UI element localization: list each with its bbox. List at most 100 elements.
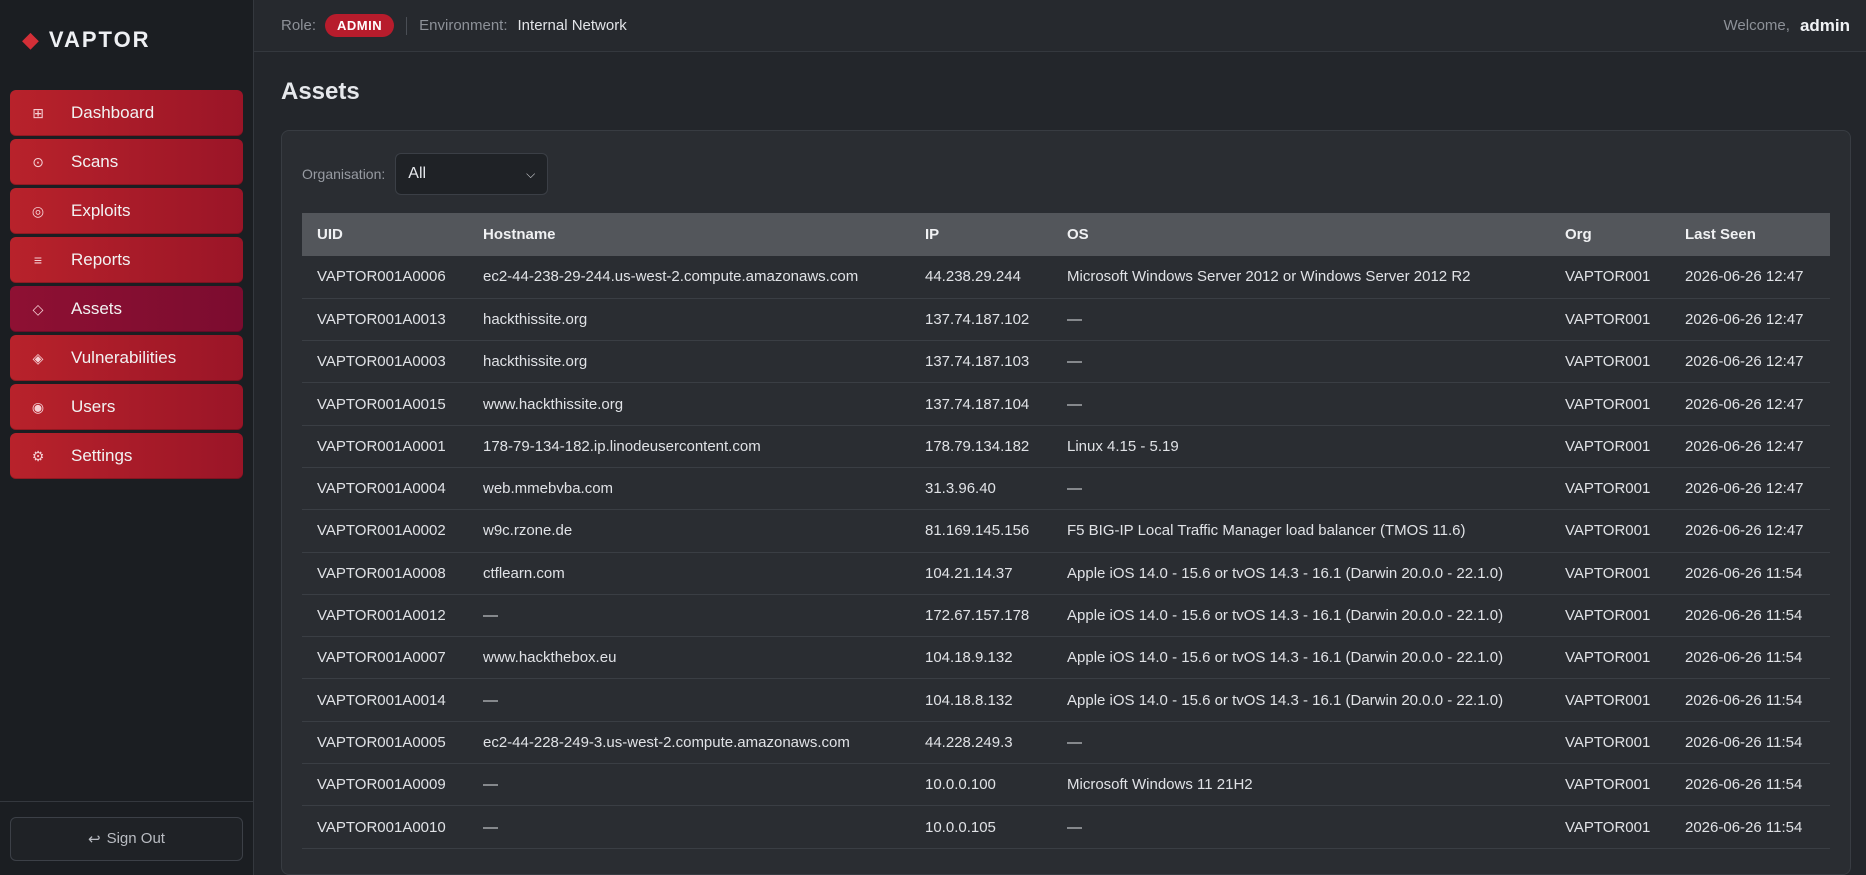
- table-row[interactable]: VAPTOR001A0008 ctflearn.com 104.21.14.37 Ap…: [302, 552, 1830, 595]
- column-header-hostname[interactable]: Hostname: [468, 213, 910, 256]
- organisation-select[interactable]: All ⌵: [395, 153, 549, 195]
- table-row[interactable]: VAPTOR001A0009 — 10.0.0.100 Microsoft Windo…: [302, 764, 1830, 806]
- sign-out-button[interactable]: ↩ Sign Out: [10, 816, 243, 861]
- table-row[interactable]: VAPTOR001A0005 ec2-44-228-249-3.us-west-2…: [302, 721, 1830, 764]
- column-header-ip[interactable]: IP: [910, 213, 1052, 256]
- sidebar-item-label: Exploits: [71, 201, 131, 220]
- cell-ip: 44.228.249.3: [925, 733, 1013, 751]
- table-row[interactable]: VAPTOR001A0004 web.mmebvba.com 31.3.96.40 —…: [302, 467, 1830, 510]
- cell-org: VAPTOR001: [1565, 480, 1651, 498]
- scans-icon: ⊙: [32, 153, 44, 170]
- cell-os: —: [1067, 310, 1082, 328]
- welcome-label: Welcome,: [1723, 17, 1790, 34]
- cell-uid: VAPTOR001A0013: [317, 310, 446, 328]
- sidebar-item-dashboard[interactable]: ⊞ Dashboard: [10, 90, 243, 136]
- cell-last-seen: 2026-06-26 11:54: [1685, 818, 1803, 836]
- table-row[interactable]: VAPTOR001A0010 — 10.0.0.105 — VAPTOR001 2026-…: [302, 806, 1830, 849]
- table-row[interactable]: VAPTOR001A0006 ec2-44-238-29-244.us-west-…: [302, 256, 1830, 299]
- cell-last-seen: 2026-06-26 12:47: [1685, 437, 1804, 455]
- sidebar-item-label: Assets: [71, 299, 123, 318]
- cell-ip: 137.74.187.102: [925, 310, 1030, 328]
- app-root: ◆ VAPTOR ⊞ Dashboard ⊙ Scans ◎ Exploits ≡ Repor…: [0, 0, 1866, 875]
- sidebar-footer: ↩ Sign Out: [0, 801, 253, 875]
- users-icon: ◉: [31, 398, 45, 415]
- environment-label: Environment:: [419, 17, 508, 34]
- cell-hostname: —: [483, 607, 498, 625]
- diamond-icon: ◆: [22, 27, 39, 52]
- table-row[interactable]: VAPTOR001A0014 — 104.18.8.132 Apple iOS 14.…: [302, 679, 1830, 722]
- cell-os: Apple iOS 14.0 - 15.6 or tvOS 14.3 - 16.…: [1067, 691, 1504, 709]
- table-row[interactable]: VAPTOR001A0002 w9c.rzone.de 81.169.145.156…: [302, 510, 1830, 553]
- cell-os: F5 BIG-IP Local Traffic Manager load bal…: [1067, 522, 1466, 540]
- cell-ip: 178.79.134.182: [925, 437, 1030, 455]
- sidebar-item-assets[interactable]: ◇ Assets: [10, 286, 243, 332]
- cell-uid: VAPTOR001A0003: [317, 353, 446, 371]
- assets-table-body: VAPTOR001A0006 ec2-44-238-29-244.us-west-…: [302, 256, 1830, 849]
- cell-last-seen: 2026-06-26 11:54: [1685, 776, 1803, 794]
- sidebar-item-settings[interactable]: ⚙ Settings: [10, 433, 243, 479]
- cell-org: VAPTOR001: [1565, 437, 1651, 455]
- cell-os: Apple iOS 14.0 - 15.6 or tvOS 14.3 - 16.…: [1067, 649, 1504, 667]
- cell-hostname: —: [483, 691, 498, 709]
- cell-org: VAPTOR001: [1565, 564, 1651, 582]
- cell-os: Microsoft Windows 11 21H2: [1067, 776, 1253, 794]
- cell-hostname: web.mmebvba.com: [483, 480, 614, 498]
- cell-uid: VAPTOR001A0008: [317, 564, 446, 582]
- filter-row: Organisation: All ⌵: [302, 153, 1830, 195]
- cell-last-seen: 2026-06-26 12:47: [1685, 310, 1804, 328]
- cell-org: VAPTOR001: [1565, 691, 1651, 709]
- cell-hostname: ec2-44-228-249-3.us-west-2.compute.amazo…: [483, 733, 850, 751]
- exploits-icon: ◎: [31, 202, 45, 219]
- assets-panel: Organisation: All ⌵ UID Hostname IP OS O…: [281, 130, 1851, 875]
- table-header-row: UID Hostname IP OS Org Last Seen: [302, 213, 1830, 256]
- cell-last-seen: 2026-06-26 11:54: [1685, 607, 1803, 625]
- sidebar-item-label: Reports: [71, 250, 131, 269]
- main: Role: ADMIN Environment: Internal Networ…: [254, 0, 1866, 875]
- cell-last-seen: 2026-06-26 11:54: [1685, 649, 1803, 667]
- sidebar-item-vulnerabilities[interactable]: ◈ Vulnerabilities: [10, 335, 243, 381]
- cell-last-seen: 2026-06-26 12:47: [1685, 480, 1804, 498]
- cell-uid: VAPTOR001A0001: [317, 437, 446, 455]
- cell-ip: 137.74.187.103: [925, 353, 1030, 371]
- column-header-org[interactable]: Org: [1550, 213, 1670, 256]
- sidebar-item-scans[interactable]: ⊙ Scans: [10, 139, 243, 185]
- cell-os: —: [1067, 480, 1082, 498]
- settings-icon: ⚙: [31, 447, 45, 464]
- column-header-last-seen[interactable]: Last Seen: [1670, 213, 1830, 256]
- column-header-os[interactable]: OS: [1052, 213, 1550, 256]
- cell-hostname: w9c.rzone.de: [483, 522, 573, 540]
- cell-os: Linux 4.15 - 5.19: [1067, 437, 1179, 455]
- cell-last-seen: 2026-06-26 12:47: [1685, 522, 1804, 540]
- brand[interactable]: ◆ VAPTOR: [0, 0, 253, 80]
- cell-last-seen: 2026-06-26 12:47: [1685, 268, 1804, 286]
- column-header-uid[interactable]: UID: [302, 213, 468, 256]
- cell-org: VAPTOR001: [1565, 353, 1651, 371]
- table-row[interactable]: VAPTOR001A0007 www.hackthebox.eu 104.18.9.…: [302, 637, 1830, 679]
- cell-uid: VAPTOR001A0002: [317, 522, 446, 540]
- cell-org: VAPTOR001: [1565, 607, 1651, 625]
- sidebar-item-users[interactable]: ◉ Users: [10, 384, 243, 430]
- table-row[interactable]: VAPTOR001A0001 178-79-134-182.ip.linodeus…: [302, 425, 1830, 468]
- cell-hostname: —: [483, 776, 498, 794]
- topbar: Role: ADMIN Environment: Internal Networ…: [254, 0, 1866, 52]
- sidebar-item-label: Dashboard: [71, 103, 155, 122]
- cell-ip: 172.67.157.178: [925, 607, 1030, 625]
- cell-org: VAPTOR001: [1565, 776, 1651, 794]
- cell-os: —: [1067, 395, 1082, 413]
- sidebar-nav: ⊞ Dashboard ⊙ Scans ◎ Exploits ≡ Reports ◇ Assets…: [0, 80, 253, 482]
- assets-icon: ◇: [32, 300, 44, 317]
- table-row[interactable]: VAPTOR001A0015 www.hackthissite.org 137.74…: [302, 383, 1830, 426]
- organisation-select-value: All: [408, 165, 427, 182]
- cell-uid: VAPTOR001A0005: [317, 733, 446, 751]
- role-badge: ADMIN: [325, 14, 395, 37]
- sidebar-item-label: Users: [71, 397, 116, 416]
- username[interactable]: admin: [1800, 16, 1850, 36]
- cell-hostname: www.hackthebox.eu: [483, 649, 617, 667]
- sidebar-item-reports[interactable]: ≡ Reports: [10, 237, 243, 283]
- table-row[interactable]: VAPTOR001A0013 hackthissite.org 137.74.187…: [302, 298, 1830, 341]
- cell-os: —: [1067, 733, 1082, 751]
- cell-last-seen: 2026-06-26 11:54: [1685, 733, 1803, 751]
- table-row[interactable]: VAPTOR001A0012 — 172.67.157.178 Apple iOS 1…: [302, 594, 1830, 637]
- sidebar-item-exploits[interactable]: ◎ Exploits: [10, 188, 243, 234]
- table-row[interactable]: VAPTOR001A0003 hackthissite.org 137.74.187…: [302, 341, 1830, 383]
